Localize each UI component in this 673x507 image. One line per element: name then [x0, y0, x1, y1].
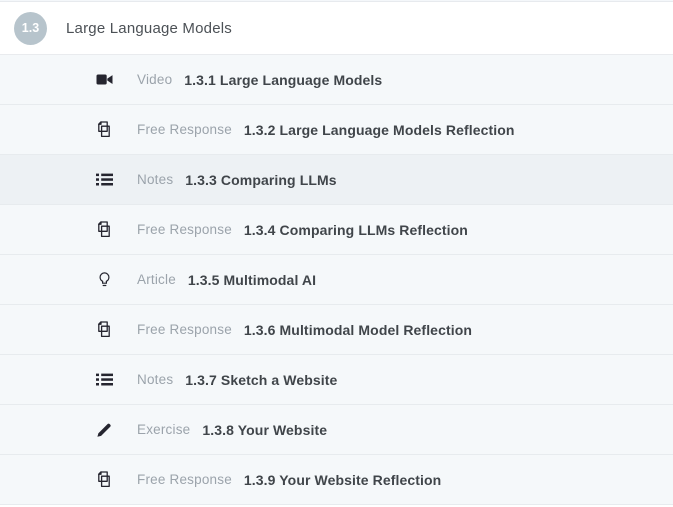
item-type-label: Free Response [137, 322, 232, 337]
section-header[interactable]: 1.3 Large Language Models [0, 2, 673, 55]
copy-pages-icon [95, 121, 113, 139]
item-title: 1.3.4 Comparing LLMs Reflection [244, 222, 468, 238]
copy-pages-icon [95, 321, 113, 339]
item-type-label: Notes [137, 172, 173, 187]
item-title: 1.3.7 Sketch a Website [185, 372, 337, 388]
item-title: 1.3.6 Multimodal Model Reflection [244, 322, 472, 338]
lesson-list: Video 1.3.1 Large Language Models Free R… [0, 55, 673, 505]
item-title: 1.3.5 Multimodal AI [188, 272, 316, 288]
lesson-row[interactable]: Free Response 1.3.9 Your Website Reflect… [0, 455, 673, 505]
lesson-row[interactable]: Notes 1.3.3 Comparing LLMs [0, 155, 673, 205]
item-title: 1.3.9 Your Website Reflection [244, 472, 441, 488]
lesson-row[interactable]: Free Response 1.3.6 Multimodal Model Ref… [0, 305, 673, 355]
lesson-row[interactable]: Article 1.3.5 Multimodal AI [0, 255, 673, 305]
item-type-label: Article [137, 272, 176, 287]
video-camera-icon [95, 71, 113, 89]
item-type-label: Free Response [137, 122, 232, 137]
lesson-row[interactable]: Free Response 1.3.2 Large Language Model… [0, 105, 673, 155]
lesson-row[interactable]: Notes 1.3.7 Sketch a Website [0, 355, 673, 405]
lesson-row[interactable]: Video 1.3.1 Large Language Models [0, 55, 673, 105]
item-title: 1.3.8 Your Website [202, 422, 327, 438]
item-type-label: Free Response [137, 472, 232, 487]
lightbulb-icon [95, 271, 113, 289]
copy-pages-icon [95, 471, 113, 489]
item-title: 1.3.1 Large Language Models [184, 72, 382, 88]
item-type-label: Notes [137, 372, 173, 387]
item-type-label: Exercise [137, 422, 190, 437]
item-type-label: Video [137, 72, 172, 87]
lesson-row[interactable]: Exercise 1.3.8 Your Website [0, 405, 673, 455]
lesson-row[interactable]: Free Response 1.3.4 Comparing LLMs Refle… [0, 205, 673, 255]
item-title: 1.3.2 Large Language Models Reflection [244, 122, 515, 138]
bullet-list-icon [95, 371, 113, 389]
item-type-label: Free Response [137, 222, 232, 237]
item-title: 1.3.3 Comparing LLMs [185, 172, 336, 188]
section-title: Large Language Models [66, 20, 232, 37]
section-number-badge: 1.3 [14, 12, 47, 45]
copy-pages-icon [95, 221, 113, 239]
bullet-list-icon [95, 171, 113, 189]
pencil-icon [95, 421, 113, 439]
